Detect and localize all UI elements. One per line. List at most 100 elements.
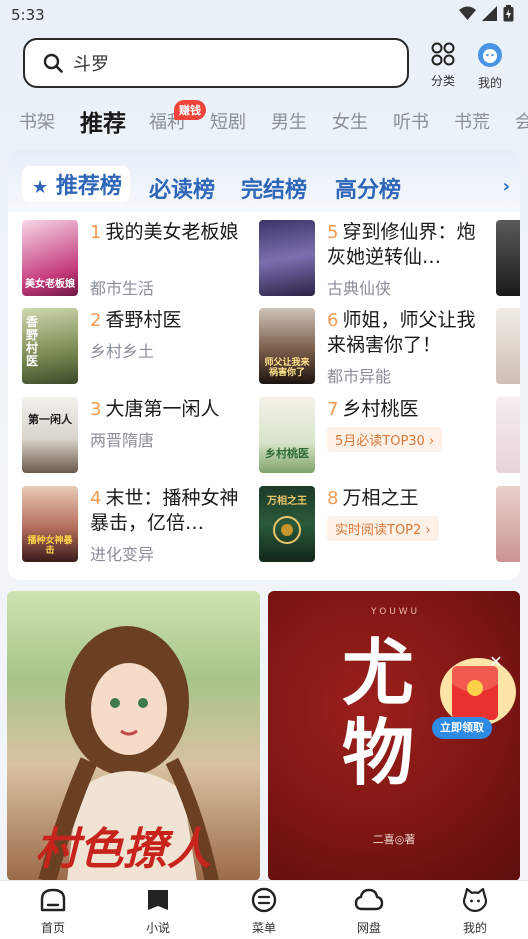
book-title: 5 穿到修仙界：炮灰她逆转仙… (327, 220, 492, 270)
book-cover: 万相之王 (259, 486, 315, 562)
tab-book-shortage[interactable]: 书荒 (454, 108, 490, 134)
rank-number: 8 (327, 488, 339, 509)
banner-left[interactable]: 村色撩人 (7, 591, 260, 881)
rank-tab-recommend-label: 推荐榜 (55, 174, 122, 199)
book-cover: 乡村桃医 (259, 397, 315, 473)
book-item[interactable]: 乡村桃医 7 乡村桃医 5月必读TOP30 › (259, 397, 489, 475)
book-genre: 古典仙侠 (327, 279, 392, 298)
signal-icon (482, 6, 497, 21)
book-title: 3 大唐第一闲人 (90, 397, 255, 422)
book-item[interactable]: 美女老板娘 1 我的美女老板娘 都市生活 (22, 220, 252, 298)
cover-text: 师父让我来祸害你了 (264, 358, 310, 378)
category-button[interactable]: 分类 (423, 42, 463, 89)
rank-tab-completed[interactable]: 完结榜 (241, 172, 307, 204)
book-cover: 香野村医 (22, 308, 78, 384)
book-cover-peek[interactable] (496, 397, 520, 473)
menu-icon (251, 887, 277, 913)
book-cover-peek[interactable] (496, 220, 520, 296)
book-cover: 第一闲人 (22, 397, 78, 473)
cover-text: 乡村桃医 (265, 447, 309, 460)
ranking-chip-text: 5月必读TOP30 (335, 434, 425, 449)
rank-tab-must-read[interactable]: 必读榜 (149, 172, 215, 204)
book-title: 1 我的美女老板娘 (90, 220, 255, 245)
book-cover: 美女老板娘 (22, 220, 78, 296)
book-title-text: 乡村桃医 (342, 398, 419, 420)
nav-cloud-label: 网盘 (356, 921, 381, 935)
banner-right-author: 二喜◎著 (372, 833, 416, 846)
book-item[interactable]: 师父让我来祸害你了 6 师姐，师父让我来祸害你了！ 都市异能 (259, 308, 489, 386)
book-title-text: 穿到修仙界：炮灰她逆转仙… (327, 221, 476, 268)
rank-number: 6 (327, 310, 339, 331)
cover-text: 香野村医 (26, 315, 39, 368)
claim-now-button[interactable]: 立即领取 (432, 717, 492, 739)
star-icon: ★ (32, 177, 49, 198)
nav-home-label: 首页 (40, 921, 65, 935)
book-genre: 乡村乡土 (90, 342, 155, 361)
nav-menu[interactable]: 菜单 (234, 887, 294, 936)
rank-number: 4 (90, 488, 102, 509)
cover-emblem-icon (273, 516, 301, 544)
rank-number: 7 (327, 399, 339, 420)
book-cover-peek[interactable] (496, 308, 520, 384)
tab-recommend[interactable]: 推荐 (80, 104, 126, 138)
book-item[interactable]: 万相之王 8 万相之王 实时阅读TOP2 › (259, 486, 489, 564)
book-title-text: 香野村医 (105, 309, 182, 331)
nav-novel-label: 小说 (145, 921, 170, 935)
nav-profile[interactable]: 我的 (445, 887, 505, 936)
book-title-text: 大唐第一闲人 (105, 398, 220, 420)
book-title: 7 乡村桃医 (327, 397, 492, 422)
book-title: 6 师姐，师父让我来祸害你了！ (327, 308, 492, 358)
book-title-text: 我的美女老板娘 (105, 221, 239, 243)
book-icon (148, 890, 168, 910)
book-genre: 都市异能 (327, 367, 392, 386)
search-query: 斗罗 (73, 54, 109, 75)
search-input[interactable]: 斗罗 (23, 38, 409, 88)
avatar-icon (478, 43, 502, 67)
profile-icon (462, 887, 488, 913)
category-label: 分类 (430, 74, 455, 88)
status-bar: 5:33 (0, 0, 528, 30)
battery-icon (503, 5, 514, 22)
ranking-chip[interactable]: 5月必读TOP30 › (327, 427, 443, 452)
book-title: 8 万相之王 (327, 486, 492, 511)
book-item[interactable]: 第一闲人 3 大唐第一闲人 两晋隋唐 (22, 397, 252, 475)
profile-top-button[interactable]: 我的 (470, 42, 510, 91)
home-icon (40, 888, 66, 912)
close-icon[interactable]: ✕ (487, 653, 505, 671)
book-item[interactable]: 香野村医 2 香野村医 乡村乡土 (22, 308, 252, 386)
book-title: 2 香野村医 (90, 308, 255, 333)
nav-profile-label: 我的 (462, 921, 487, 935)
tab-bookshelf[interactable]: 书架 (19, 108, 55, 134)
book-item[interactable]: 5 穿到修仙界：炮灰她逆转仙… 古典仙侠 (259, 220, 489, 298)
chevron-right-icon[interactable]: › (503, 176, 510, 197)
ranking-chip-text: 实时阅读TOP2 (335, 523, 422, 538)
status-time: 5:33 (11, 6, 45, 24)
ranking-card: ★ 推荐榜 必读榜 完结榜 高分榜 › 美女老板娘 1 我的美女老板娘 都市生活 … (8, 150, 520, 580)
ranking-chip[interactable]: 实时阅读TOP2 › (327, 516, 439, 541)
tab-audiobook[interactable]: 听书 (393, 108, 429, 134)
tab-male[interactable]: 男生 (271, 108, 307, 134)
rank-number: 3 (90, 399, 102, 420)
nav-home[interactable]: 首页 (23, 887, 83, 936)
nav-novel[interactable]: 小说 (128, 887, 188, 936)
banner-left-title: 村色撩人 (35, 824, 211, 875)
rank-number: 2 (90, 310, 102, 331)
rank-number: 5 (327, 222, 339, 243)
wifi-icon (459, 6, 476, 20)
book-cover (259, 220, 315, 296)
book-title-text: 师姐，师父让我来祸害你了！ (327, 309, 476, 356)
profile-top-label: 我的 (477, 76, 502, 90)
book-item[interactable]: 播种女神暴击 4 末世：播种女神暴击，亿倍… 进化变异 (22, 486, 252, 564)
nav-menu-label: 菜单 (251, 921, 276, 935)
nav-cloud[interactable]: 网盘 (339, 887, 399, 936)
book-cover-peek[interactable] (496, 486, 520, 562)
tab-short-drama[interactable]: 短剧 (210, 108, 246, 134)
cover-text: 播种女神暴击 (27, 536, 73, 556)
cover-text: 第一闲人 (28, 413, 72, 426)
tab-female[interactable]: 女生 (332, 108, 368, 134)
grid-icon (431, 42, 455, 66)
book-cover: 师父让我来祸害你了 (259, 308, 315, 384)
rank-tab-high-score[interactable]: 高分榜 (335, 172, 401, 204)
rank-tab-recommend[interactable]: ★ 推荐榜 (22, 166, 130, 202)
tab-more[interactable]: 会 (515, 108, 528, 134)
